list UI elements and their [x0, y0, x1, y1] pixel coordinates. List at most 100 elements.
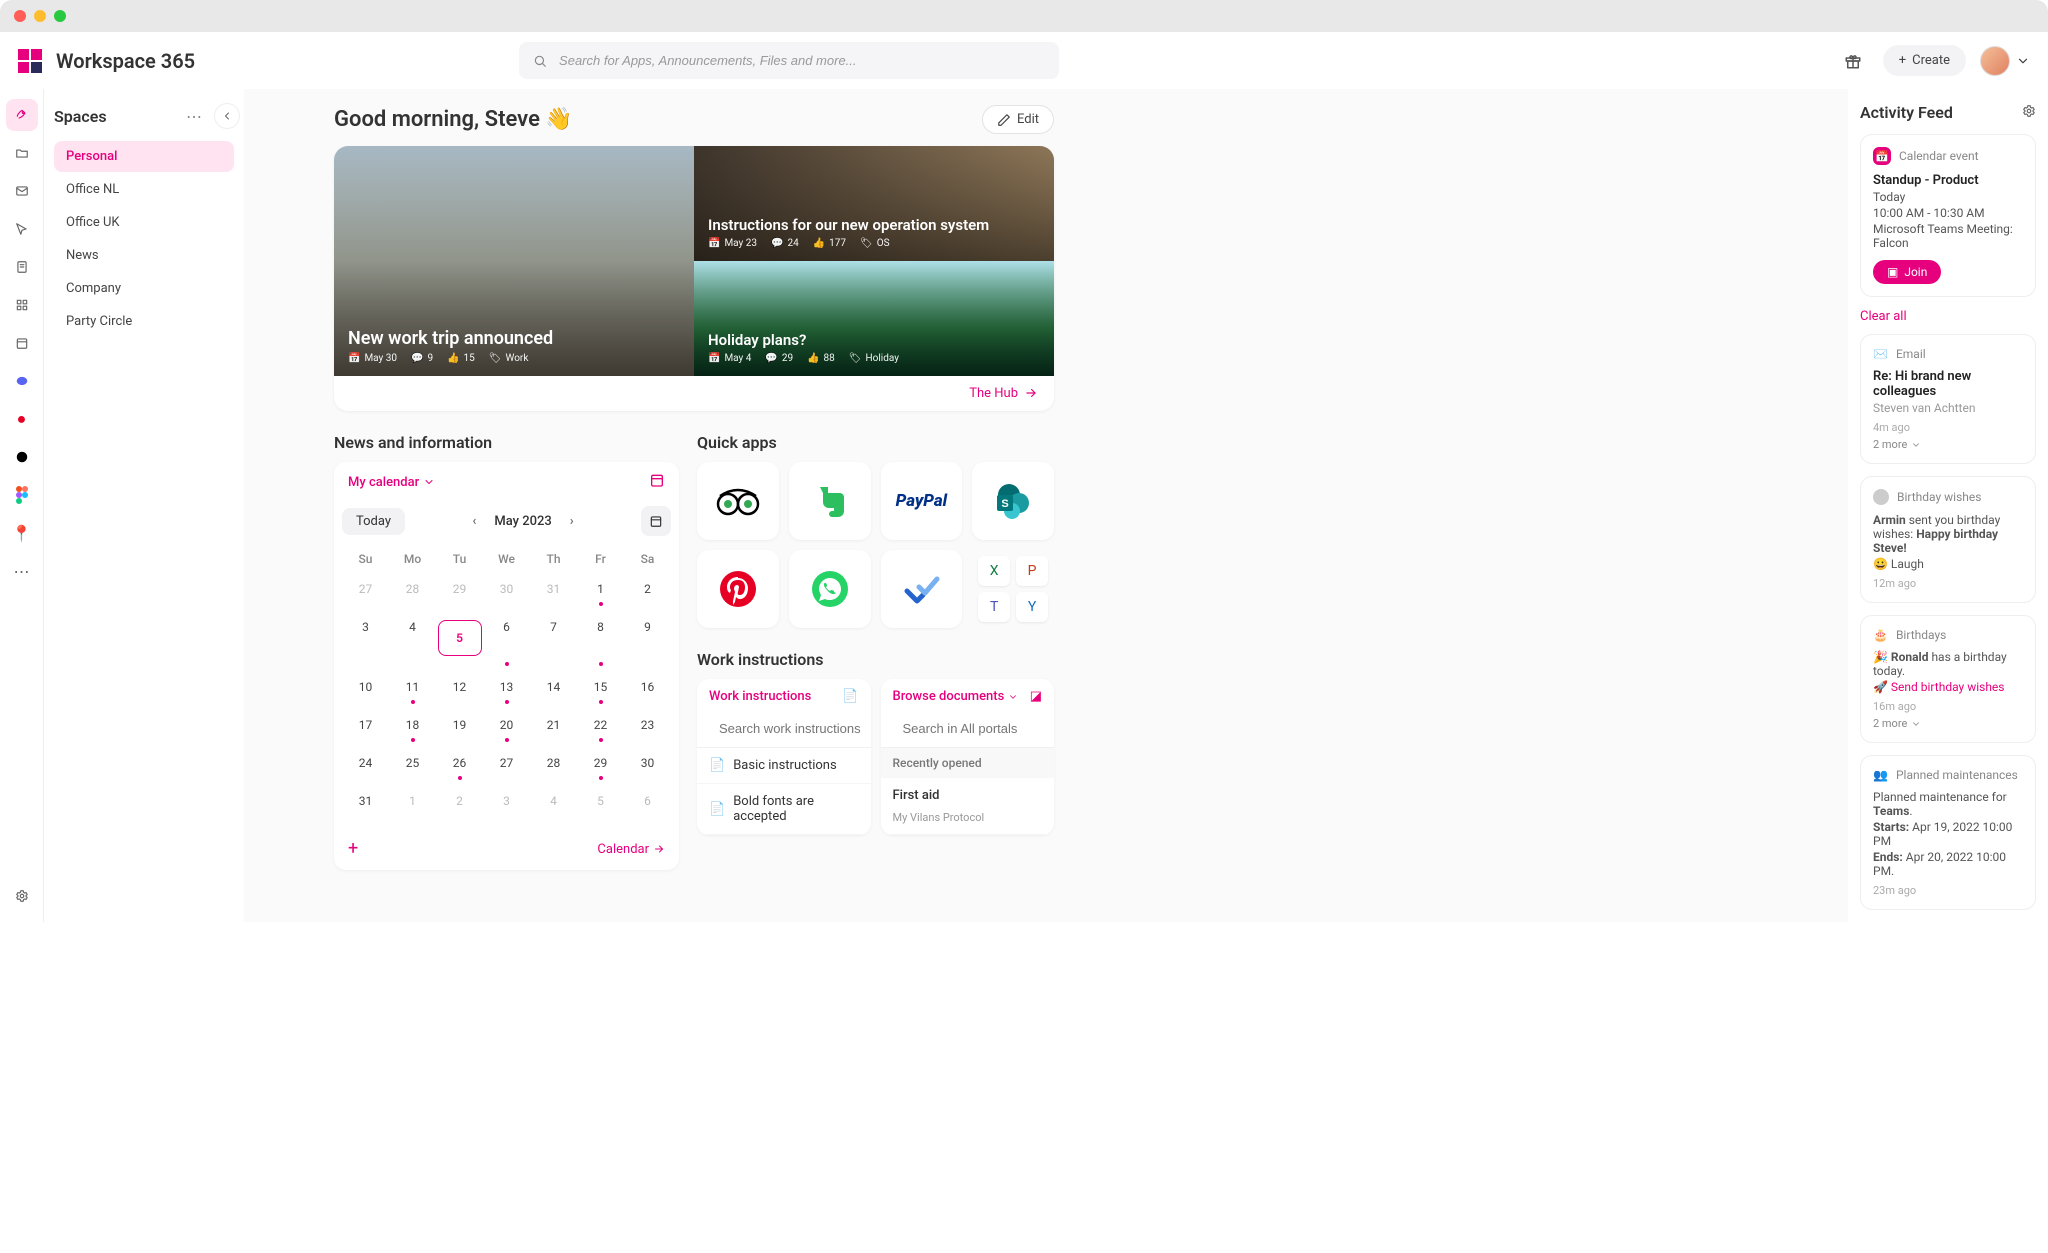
mac-close-dot[interactable]: [14, 10, 26, 22]
calendar-day[interactable]: 27: [342, 574, 389, 612]
collapse-sidebar-button[interactable]: [214, 103, 240, 129]
calendar-day[interactable]: 30: [483, 574, 530, 612]
rail-more-icon[interactable]: ⋯: [6, 555, 38, 587]
today-button[interactable]: Today: [342, 508, 405, 535]
calendar-day[interactable]: 12: [436, 672, 483, 710]
edit-button[interactable]: Edit: [982, 105, 1054, 134]
calendar-day[interactable]: 15: [577, 672, 624, 710]
rail-mail-icon[interactable]: [6, 175, 38, 207]
calendar-day[interactable]: 2: [436, 786, 483, 824]
logo[interactable]: Workspace 365: [18, 49, 195, 73]
powerpoint-icon[interactable]: P: [1016, 556, 1048, 586]
hub-link[interactable]: The Hub: [334, 376, 1054, 411]
calendar-day[interactable]: 31: [530, 574, 577, 612]
join-button[interactable]: ▣ Join: [1873, 260, 1941, 284]
calendar-day[interactable]: 5: [436, 612, 483, 672]
calendar-day[interactable]: 29: [577, 748, 624, 786]
calendar-day[interactable]: 5: [577, 786, 624, 824]
calendar-link[interactable]: Calendar: [597, 840, 665, 858]
calendar-day[interactable]: 16: [624, 672, 671, 710]
calendar-day[interactable]: 4: [530, 786, 577, 824]
search-bar[interactable]: [519, 42, 1059, 79]
wi-item[interactable]: 📄Bold fonts are accepted: [697, 784, 871, 835]
calendar-day[interactable]: 1: [577, 574, 624, 612]
feed-birthday-card[interactable]: Birthday wishes Armin sent you birthday …: [1860, 476, 2036, 603]
wi-search[interactable]: [697, 714, 871, 748]
teams-icon[interactable]: T: [978, 592, 1010, 622]
rail-maps-icon[interactable]: 📍: [6, 517, 38, 549]
rail-folder-icon[interactable]: [6, 137, 38, 169]
mac-min-dot[interactable]: [34, 10, 46, 22]
excel-icon[interactable]: X: [978, 556, 1010, 586]
rail-rocket-icon[interactable]: [6, 99, 38, 131]
quickapp-whatsapp[interactable]: [789, 550, 871, 628]
calendar-day[interactable]: 6: [624, 786, 671, 824]
calendar-day[interactable]: 13: [483, 672, 530, 710]
feed-email-card[interactable]: ✉️Email Re: Hi brand new colleagues Stev…: [1860, 334, 2036, 464]
add-event-button[interactable]: +: [348, 840, 358, 858]
calendar-day[interactable]: 2: [624, 574, 671, 612]
quickapp-sharepoint[interactable]: S: [972, 462, 1054, 540]
sidebar-item-office-uk[interactable]: Office UK: [54, 207, 234, 238]
send-wishes-link[interactable]: 🚀 Send birthday wishes: [1873, 680, 2023, 694]
calendar-day[interactable]: 19: [436, 710, 483, 748]
calendar-day[interactable]: 3: [342, 612, 389, 672]
wi-search-input[interactable]: [717, 720, 871, 737]
calendar-day[interactable]: 29: [436, 574, 483, 612]
spaces-more-icon[interactable]: ⋯: [186, 107, 202, 126]
calendar-day[interactable]: 30: [624, 748, 671, 786]
quickapp-office-multi[interactable]: XPTY: [972, 550, 1054, 628]
wi-right-search[interactable]: [881, 714, 1055, 748]
calendar-day[interactable]: 4: [389, 612, 436, 672]
quickapp-tripadvisor[interactable]: [697, 462, 779, 540]
wi-right-title[interactable]: Browse documents: [893, 689, 1019, 704]
feed-maintenance-card[interactable]: 👥Planned maintenances Planned maintenanc…: [1860, 755, 2036, 910]
rail-calendar-icon[interactable]: [6, 327, 38, 359]
date-picker-button[interactable]: [641, 506, 671, 536]
sidebar-item-personal[interactable]: Personal: [54, 141, 234, 172]
quickapp-paypal[interactable]: PayPal: [881, 462, 963, 540]
rail-cursor-icon[interactable]: [6, 213, 38, 245]
quickapp-evernote[interactable]: [789, 462, 871, 540]
rail-discord-icon[interactable]: [6, 365, 38, 397]
rail-figma-icon[interactable]: [6, 479, 38, 511]
calendar-day[interactable]: 9: [624, 612, 671, 672]
calendar-day[interactable]: 28: [389, 574, 436, 612]
profile-menu[interactable]: [1980, 46, 2030, 76]
quickapp-todo[interactable]: [881, 550, 963, 628]
calendar-dropdown[interactable]: My calendar: [348, 475, 435, 490]
calendar-day[interactable]: 8: [577, 612, 624, 672]
hero-tile-top[interactable]: Instructions for our new operation syste…: [694, 146, 1054, 261]
hero-tile-bottom[interactable]: Holiday plans? 📅 May 4 💬 29 👍 88 🏷 Holid…: [694, 261, 1054, 376]
gift-icon[interactable]: [1837, 45, 1869, 77]
calendar-day[interactable]: 1: [389, 786, 436, 824]
expand-more[interactable]: 2 more: [1873, 438, 2023, 451]
calendar-day[interactable]: 22: [577, 710, 624, 748]
create-button[interactable]: + Create: [1883, 45, 1966, 76]
calendar-day[interactable]: 28: [530, 748, 577, 786]
calendar-icon[interactable]: [649, 472, 665, 492]
rail-pinterest-icon[interactable]: ●: [6, 403, 38, 435]
rail-grid-icon[interactable]: [6, 289, 38, 321]
rail-settings-icon[interactable]: [6, 880, 38, 912]
calendar-day[interactable]: 21: [530, 710, 577, 748]
wi-right-search-input[interactable]: [901, 720, 1055, 737]
calendar-day[interactable]: 18: [389, 710, 436, 748]
quickapp-pinterest[interactable]: [697, 550, 779, 628]
calendar-day[interactable]: 24: [342, 748, 389, 786]
hero-tile-big[interactable]: New work trip announced 📅 May 30 💬 9 👍 1…: [334, 146, 694, 376]
rail-github-icon[interactable]: [6, 441, 38, 473]
calendar-day[interactable]: 25: [389, 748, 436, 786]
calendar-day[interactable]: 23: [624, 710, 671, 748]
wi-right-icon[interactable]: ◪: [1030, 689, 1042, 704]
search-input[interactable]: [557, 52, 1045, 69]
month-prev-button[interactable]: ‹: [472, 514, 476, 529]
mac-max-dot[interactable]: [54, 10, 66, 22]
feed-birthdays-card[interactable]: 🎂Birthdays 🎉 Ronald has a birthday today…: [1860, 615, 2036, 743]
calendar-day[interactable]: 26: [436, 748, 483, 786]
calendar-day[interactable]: 10: [342, 672, 389, 710]
calendar-day[interactable]: 17: [342, 710, 389, 748]
calendar-day[interactable]: 3: [483, 786, 530, 824]
sidebar-item-party-circle[interactable]: Party Circle: [54, 306, 234, 337]
rail-doc-icon[interactable]: [6, 251, 38, 283]
